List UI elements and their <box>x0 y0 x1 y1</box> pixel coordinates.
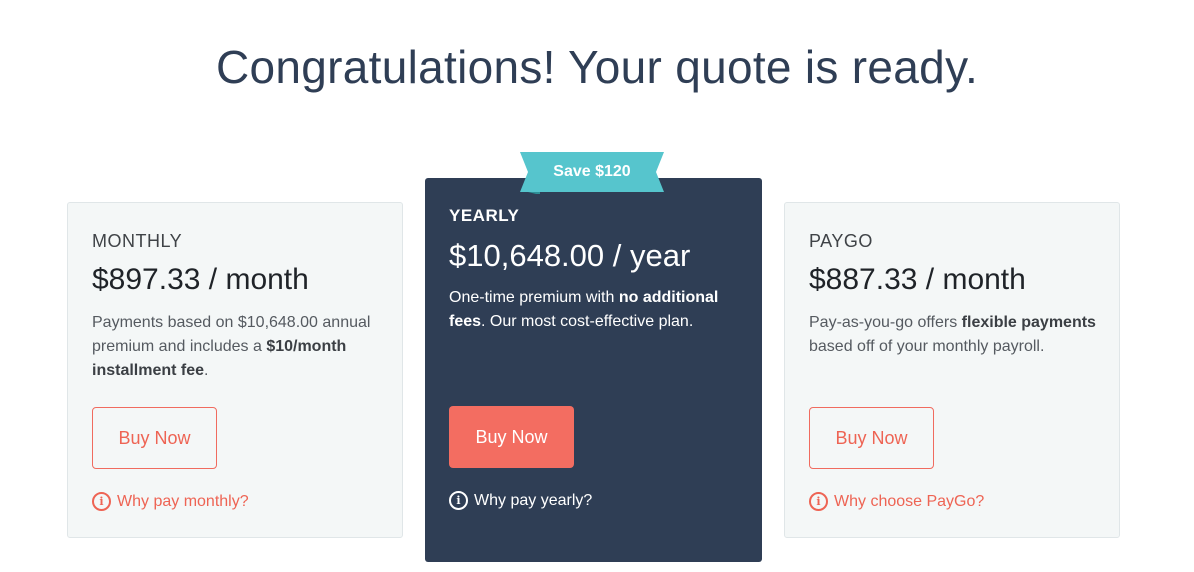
plan-name: YEARLY <box>449 206 520 225</box>
info-circle-icon: i <box>809 492 828 511</box>
info-circle-icon: i <box>92 492 111 511</box>
savings-badge-label: Save $120 <box>553 163 631 180</box>
desc-text: . <box>204 362 209 379</box>
desc-text: based off of your monthly payroll. <box>809 338 1045 355</box>
plan-card-paygo: PAYGO $887.33 / month Pay-as-you-go offe… <box>784 202 1120 538</box>
why-link-yearly[interactable]: i Why pay yearly? <box>449 491 592 510</box>
desc-highlight: flexible payments <box>961 314 1096 331</box>
plan-price: $10,648.00 / year <box>449 238 691 273</box>
why-link-label[interactable]: Why pay yearly? <box>474 492 592 510</box>
desc-text: One-time premium with <box>449 289 619 306</box>
desc-text: Pay-as-you-go offers <box>809 314 962 331</box>
page-title: Congratulations! Your quote is ready. <box>215 41 979 93</box>
plan-description: Pay-as-you-go offers flexible payments b… <box>809 311 1099 359</box>
plan-description: Payments based on $10,648.00 annual prem… <box>92 311 382 383</box>
buy-now-button-paygo[interactable]: Buy Now <box>809 407 934 469</box>
desc-text: . Our most cost-effective plan. <box>481 313 694 330</box>
why-link-label[interactable]: Why pay monthly? <box>117 493 249 511</box>
plan-description: One-time premium with no additional fees… <box>449 286 739 334</box>
buy-now-button-monthly[interactable]: Buy Now <box>92 407 217 469</box>
plan-price: $887.33 / month <box>809 263 1026 296</box>
plan-name: PAYGO <box>809 231 873 251</box>
plan-card-yearly: YEARLY $10,648.00 / year One-time premiu… <box>425 178 762 562</box>
plan-card-monthly: MONTHLY $897.33 / month Payments based o… <box>67 202 403 538</box>
savings-ribbon: Save $120 <box>520 152 664 194</box>
plan-name: MONTHLY <box>92 231 183 251</box>
info-circle-icon: i <box>449 491 468 510</box>
why-link-paygo[interactable]: i Why choose PayGo? <box>809 492 984 511</box>
why-link-monthly[interactable]: i Why pay monthly? <box>92 492 249 511</box>
buy-now-button-yearly[interactable]: Buy Now <box>449 406 574 468</box>
plan-price: $897.33 / month <box>92 263 309 296</box>
why-link-label[interactable]: Why choose PayGo? <box>834 493 984 511</box>
